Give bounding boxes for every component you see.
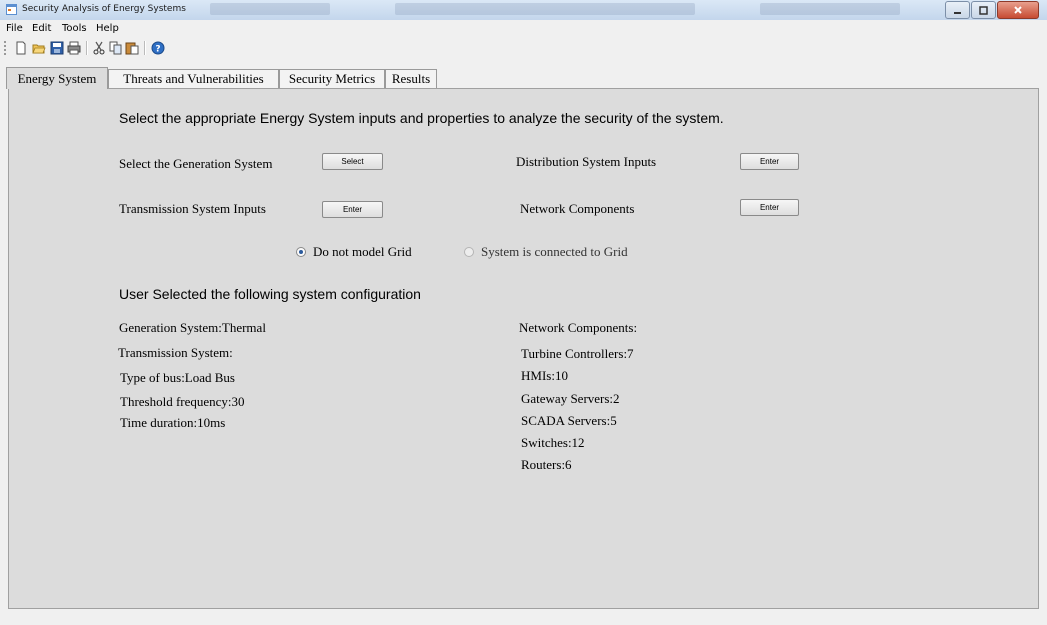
- distribution-system-label: Distribution System Inputs: [516, 154, 657, 169]
- minimize-button[interactable]: [945, 1, 970, 19]
- toolbar-separator: [86, 41, 88, 55]
- tab-results[interactable]: Results: [385, 69, 437, 88]
- config-generation-system: Generation System:Thermal: [119, 320, 266, 335]
- config-turbine-controllers: Turbine Controllers:7: [521, 346, 634, 361]
- radio-button-selected[interactable]: [296, 247, 306, 257]
- cut-icon[interactable]: [92, 41, 106, 55]
- background-window-tab: [760, 3, 900, 15]
- tab-threats-and-vulnerabilities[interactable]: Threats and Vulnerabilities: [108, 69, 279, 88]
- config-transmission-system: Transmission System:: [118, 345, 233, 360]
- toolbar-separator: [144, 41, 146, 55]
- config-gateway-servers: Gateway Servers:2: [521, 391, 620, 406]
- network-enter-button[interactable]: Enter: [740, 199, 799, 216]
- config-hmis: HMIs:10: [521, 368, 568, 383]
- config-bus-type: Type of bus:Load Bus: [120, 370, 235, 385]
- menu-help[interactable]: Help: [96, 23, 119, 34]
- paste-icon[interactable]: [125, 41, 139, 55]
- toolbar-grip: [4, 41, 8, 55]
- select-generation-button[interactable]: Select: [322, 153, 383, 170]
- config-time-duration: Time duration:10ms: [120, 415, 226, 430]
- maximize-button[interactable]: [971, 1, 996, 19]
- network-components-label: Network Components: [520, 201, 635, 216]
- radio-label: Do not model Grid: [313, 244, 412, 259]
- background-window-tab: [395, 3, 695, 15]
- svg-text:?: ?: [155, 45, 160, 55]
- tab-security-metrics[interactable]: Security Metrics: [279, 69, 385, 88]
- close-button[interactable]: [997, 1, 1039, 19]
- config-threshold-frequency: Threshold frequency:30: [120, 394, 245, 409]
- open-folder-icon[interactable]: [32, 41, 46, 55]
- status-bar: [0, 612, 1047, 625]
- menu-bar: File Edit Tools Help: [0, 20, 1047, 37]
- background-window-tab: [210, 3, 330, 15]
- generation-system-label: Select the Generation System: [119, 156, 273, 171]
- app-window-icon: [6, 4, 17, 15]
- config-heading: User Selected the following system confi…: [119, 286, 421, 302]
- print-icon[interactable]: [67, 41, 81, 55]
- transmission-system-label: Transmission System Inputs: [119, 201, 266, 216]
- minimize-icon: [954, 11, 961, 14]
- maximize-icon: [979, 5, 988, 15]
- menu-tools[interactable]: Tools: [62, 23, 87, 34]
- toolbar: ?: [0, 37, 1047, 59]
- radio-button-unselected[interactable]: [464, 247, 474, 257]
- tab-energy-system[interactable]: Energy System: [6, 67, 108, 89]
- window-title: Security Analysis of Energy Systems: [22, 4, 186, 14]
- instruction-heading: Select the appropriate Energy System inp…: [119, 110, 724, 126]
- close-icon: [1014, 6, 1022, 14]
- radio-do-not-model-grid[interactable]: Do not model Grid: [296, 244, 412, 260]
- radio-label: System is connected to Grid: [481, 244, 628, 259]
- distribution-enter-button[interactable]: Enter: [740, 153, 799, 170]
- transmission-enter-button[interactable]: Enter: [322, 201, 383, 218]
- help-icon[interactable]: ?: [151, 41, 165, 55]
- config-scada-servers: SCADA Servers:5: [521, 413, 617, 428]
- config-routers: Routers:6: [521, 457, 572, 472]
- config-switches: Switches:12: [521, 435, 585, 450]
- title-bar: Security Analysis of Energy Systems: [0, 0, 1047, 21]
- save-icon[interactable]: [50, 41, 64, 55]
- copy-icon[interactable]: [109, 41, 123, 55]
- new-file-icon[interactable]: [14, 41, 28, 55]
- energy-system-panel: Select the appropriate Energy System inp…: [8, 88, 1039, 609]
- radio-system-connected-to-grid[interactable]: System is connected to Grid: [464, 244, 628, 260]
- config-network-components: Network Components:: [519, 320, 638, 335]
- menu-edit[interactable]: Edit: [32, 23, 51, 34]
- menu-file[interactable]: File: [6, 23, 23, 34]
